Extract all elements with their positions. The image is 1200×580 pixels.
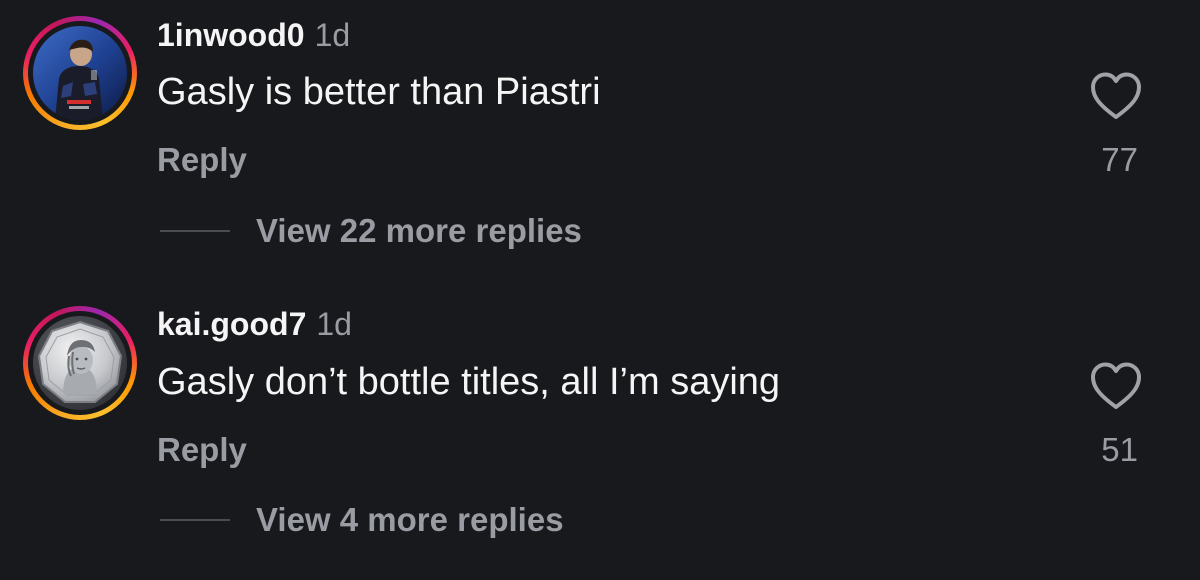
reply-button[interactable]: Reply (157, 430, 247, 470)
comment-text: Gasly is better than Piastri (157, 71, 601, 113)
coin-portrait-image (33, 316, 127, 410)
avatar[interactable] (23, 16, 137, 130)
comment-header: 1inwood0 1d (157, 15, 350, 55)
like-count: 77 (1101, 141, 1138, 178)
timestamp: 1d (316, 306, 352, 342)
heart-outline-icon[interactable] (1088, 360, 1144, 412)
rider-photo-avatar (33, 26, 127, 120)
replies-divider (160, 519, 230, 521)
view-replies-label: View 22 more replies (256, 212, 582, 249)
replies-divider (160, 230, 230, 232)
comment-item: kai.good7 1d Gasly don’t bottle titles, a… (0, 290, 1200, 580)
rider-photo-image (33, 26, 127, 120)
comment-text: Gasly don’t bottle titles, all I’m sayin… (157, 361, 781, 403)
username-link[interactable]: kai.good7 (157, 306, 306, 342)
avatar[interactable] (23, 306, 137, 420)
view-replies-label: View 4 more replies (256, 501, 564, 538)
view-replies-button[interactable]: View 22 more replies (160, 211, 582, 251)
like-count: 51 (1101, 431, 1138, 468)
reply-button[interactable]: Reply (157, 140, 247, 180)
comment-item: 1inwood0 1d Gasly is better than Piastri … (0, 0, 1200, 290)
timestamp: 1d (314, 17, 351, 53)
avatar-ring-gap (28, 21, 132, 125)
heart-outline-icon[interactable] (1088, 70, 1144, 122)
view-replies-button[interactable]: View 4 more replies (160, 500, 564, 540)
coin-portrait-avatar (33, 316, 127, 410)
avatar-ring-gap (28, 311, 132, 415)
username-link[interactable]: 1inwood0 (157, 17, 305, 53)
comment-header: kai.good7 1d (157, 304, 352, 344)
